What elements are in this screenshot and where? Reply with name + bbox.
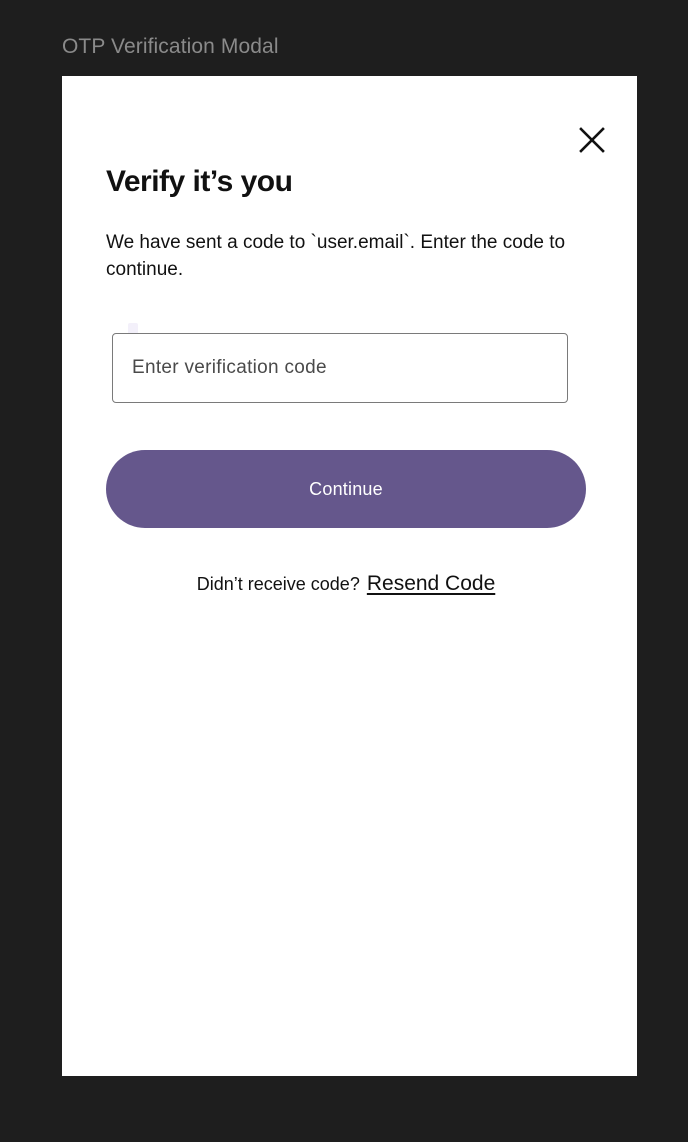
verification-code-input[interactable] bbox=[112, 333, 568, 403]
modal-title: Verify it’s you bbox=[106, 165, 293, 198]
modal-subtitle: We have sent a code to `user.email`. Ent… bbox=[106, 232, 566, 280]
resend-row: Didn’t receive code? Resend Code bbox=[106, 572, 586, 596]
frame-label: OTP Verification Modal bbox=[62, 35, 279, 58]
close-button[interactable] bbox=[574, 122, 610, 158]
resend-code-link[interactable]: Resend Code bbox=[367, 572, 495, 595]
close-icon bbox=[579, 127, 605, 153]
resend-prompt: Didn’t receive code? bbox=[196, 574, 360, 594]
otp-modal: Verify it’s you We have sent a code to `… bbox=[62, 76, 637, 1076]
continue-button[interactable]: Continue bbox=[106, 450, 586, 528]
